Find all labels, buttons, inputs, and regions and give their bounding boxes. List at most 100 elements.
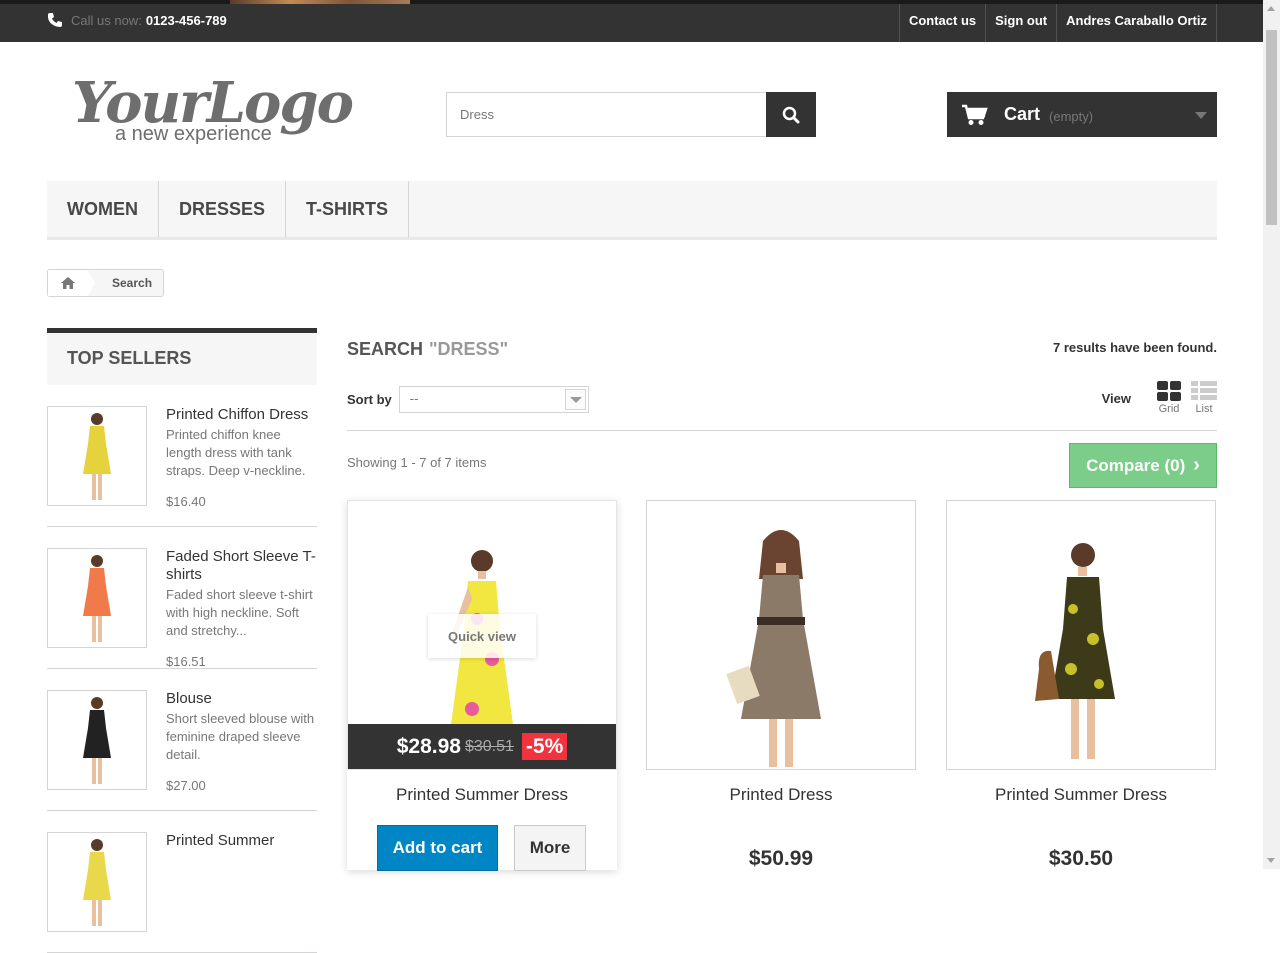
top-seller-name[interactable]: Printed Chiffon Dress: [166, 406, 317, 424]
product-price: $30.50: [1048, 847, 1114, 870]
breadcrumb-home[interactable]: [48, 270, 95, 296]
compare-button[interactable]: Compare (0) ›: [1069, 443, 1217, 488]
phone-number: 0123-456-789: [145, 12, 227, 28]
add-to-cart-button[interactable]: Add to cart: [377, 825, 498, 871]
top-seller-name[interactable]: Printed Summer: [166, 832, 317, 850]
menu-item-tshirts[interactable]: T-SHIRTS: [286, 181, 410, 237]
product-name[interactable]: Printed Summer Dress: [946, 785, 1216, 805]
scrollbar[interactable]: [1263, 0, 1280, 869]
phone-info: Call us now: 0123-456-789: [47, 12, 227, 28]
cart-status: (empty): [1049, 108, 1094, 124]
scrollbar-thumb[interactable]: [1266, 30, 1277, 225]
price-bar: $28.98 $30.51 -5%: [348, 724, 616, 769]
product-card[interactable]: Printed Summer Dress $30.50: [946, 500, 1216, 870]
more-button[interactable]: More: [514, 825, 586, 871]
dress-thumbnail: [83, 697, 111, 784]
dress-thumbnail: [83, 413, 111, 500]
view-grid-label: Grid: [1158, 403, 1180, 415]
old-price: $30.51: [464, 737, 514, 755]
list-icon: [1191, 381, 1217, 400]
dress-thumbnail: [83, 839, 111, 926]
sort-value: --: [409, 391, 419, 406]
product-name[interactable]: Printed Dress: [646, 785, 916, 805]
product-name[interactable]: Printed Summer Dress: [347, 785, 617, 805]
grid-icon: [1157, 381, 1181, 401]
top-seller-item[interactable]: Faded Short Sleeve T-shirts Faded short s…: [47, 527, 317, 669]
product-price: $50.99: [748, 847, 814, 870]
search-icon: [782, 106, 800, 123]
top-links: Contact us Sign out Andres Caraballo Ort…: [898, 4, 1217, 42]
top-seller-info: Printed Chiffon Dress Printed chiffon kne…: [166, 406, 317, 509]
contact-us-link[interactable]: Contact us: [898, 4, 985, 42]
showing-count: Showing 1 - 7 of 7 items: [347, 455, 487, 470]
top-seller-info: Printed Summer: [166, 832, 317, 932]
quick-view-button[interactable]: Quick view: [428, 614, 536, 658]
product-image[interactable]: Quick view $28.98 $30.51 -5%: [347, 500, 617, 770]
top-seller-image[interactable]: [47, 832, 147, 932]
product-card[interactable]: Printed Dress $50.99: [646, 500, 916, 870]
product-price: $28.98: [396, 734, 461, 758]
product-image[interactable]: [646, 500, 916, 770]
compare-label: Compare (0): [1086, 455, 1186, 475]
top-seller-image[interactable]: [47, 406, 147, 506]
top-seller-desc: Short sleeved blouse with feminine drape…: [166, 711, 315, 762]
chevron-down-icon: [564, 389, 586, 410]
view-list-button[interactable]: List: [1191, 381, 1217, 415]
scroll-down-icon[interactable]: [1267, 858, 1275, 863]
view-label: View: [1101, 391, 1131, 406]
search-input[interactable]: [446, 92, 766, 137]
top-seller-item[interactable]: Printed Chiffon Dress Printed chiffon kne…: [47, 385, 317, 527]
product-card[interactable]: Quick view $28.98 $30.51 -5% Printed Sum…: [347, 500, 617, 871]
top-seller-info: Blouse Short sleeved blouse with feminine…: [166, 690, 317, 793]
phone-icon: [47, 13, 62, 27]
view-list-label: List: [1195, 403, 1213, 415]
top-seller-name[interactable]: Blouse: [166, 690, 317, 708]
call-label: Call us now:: [71, 12, 142, 28]
search-query: "DRESS": [429, 339, 509, 359]
cart-label: Cart: [1004, 104, 1041, 124]
top-seller-price: $27.00: [166, 778, 206, 793]
top-seller-image[interactable]: [47, 690, 147, 790]
dress-image: [726, 530, 821, 767]
main-menu: WOMEN DRESSES T-SHIRTS: [47, 181, 1217, 240]
dress-thumbnail: [83, 555, 111, 642]
search-button[interactable]: [766, 92, 816, 137]
top-seller-desc: Faded short sleeve t-shirt with high nec…: [166, 587, 313, 638]
sign-out-link[interactable]: Sign out: [985, 4, 1056, 42]
divider: [347, 430, 1217, 431]
view-grid-button[interactable]: Grid: [1157, 381, 1181, 415]
account-link[interactable]: Andres Caraballo Ortiz: [1056, 4, 1217, 42]
top-seller-item[interactable]: Printed Summer: [47, 811, 317, 953]
top-sellers-title: TOP SELLERS: [47, 328, 317, 385]
top-seller-price: $16.40: [166, 494, 206, 509]
top-seller-desc: Printed chiffon knee length dress with t…: [166, 427, 306, 478]
site-logo[interactable]: YourLogo a new experience: [70, 62, 360, 148]
discount-badge: -5%: [521, 733, 568, 760]
menu-item-women[interactable]: WOMEN: [47, 181, 159, 237]
top-seller-image[interactable]: [47, 548, 147, 648]
product-image[interactable]: [946, 500, 1216, 770]
top-seller-name[interactable]: Faded Short Sleeve T-shirts: [166, 548, 317, 584]
top-seller-item[interactable]: Blouse Short sleeved blouse with feminine…: [47, 669, 317, 811]
product-buttons: Add to cart More: [377, 825, 617, 871]
top-bar: Call us now: 0123-456-789 Contact us Sig…: [0, 0, 1263, 42]
results-count: 7 results have been found.: [1053, 340, 1217, 355]
scroll-up-icon[interactable]: [1267, 6, 1275, 11]
dress-image: [1035, 543, 1115, 759]
sort-label: Sort by: [347, 392, 392, 407]
breadcrumb-current: Search: [112, 276, 153, 290]
page-title: SEARCH "DRESS": [347, 339, 508, 360]
home-icon: [61, 277, 75, 289]
search-form: [446, 92, 816, 137]
sort-select[interactable]: --: [398, 386, 589, 413]
chevron-down-icon: [1195, 112, 1207, 119]
svg-text:a new experience: a new experience: [115, 123, 272, 145]
cart-icon: [962, 104, 988, 125]
chevron-right-icon: ›: [1193, 454, 1200, 476]
menu-item-dresses[interactable]: DRESSES: [159, 181, 287, 237]
cart-block[interactable]: Cart (empty): [947, 92, 1217, 137]
top-seller-price: $16.51: [166, 654, 206, 669]
breadcrumb: Search: [47, 269, 165, 297]
heading-label: SEARCH: [347, 339, 424, 359]
top-sellers-block: TOP SELLERS Printed Chiffon Dress Printed…: [47, 328, 317, 953]
